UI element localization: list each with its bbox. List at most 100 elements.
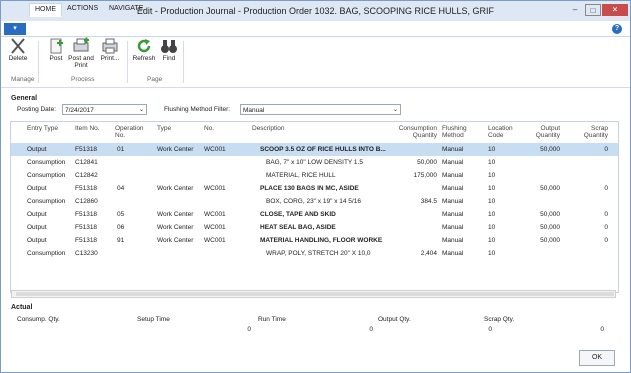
cell-flushing-method[interactable]: Manual xyxy=(442,224,463,231)
cell-consumption-quantity[interactable]: 50,000 xyxy=(389,159,437,166)
table-row[interactable]: Consumption C12842 MATERIAL, RICE HULL 175,… xyxy=(11,169,618,182)
cell-type[interactable]: Work Center xyxy=(157,146,193,153)
cell-item-no[interactable]: C12841 xyxy=(75,159,98,166)
cell-location-code[interactable]: 10 xyxy=(488,224,495,231)
cell-no[interactable]: WC001 xyxy=(204,237,226,244)
cell-type[interactable]: Work Center xyxy=(157,185,193,192)
find-button[interactable]: Find xyxy=(159,37,179,62)
cell-description[interactable]: CLOSE, TAPE AND SKID xyxy=(252,211,336,218)
cell-entry-type[interactable]: Output xyxy=(27,185,47,192)
col-type[interactable]: Type xyxy=(157,125,171,132)
cell-output-quantity[interactable]: 50,000 xyxy=(526,211,560,218)
cell-location-code[interactable]: 10 xyxy=(488,237,495,244)
col-location-code[interactable]: Location Code xyxy=(488,125,518,139)
cell-scrap-quantity[interactable]: 0 xyxy=(574,146,608,153)
cell-flushing-method[interactable]: Manual xyxy=(442,211,463,218)
cell-consumption-quantity[interactable]: 384.5 xyxy=(389,198,437,205)
col-no[interactable]: No. xyxy=(204,125,214,132)
cell-item-no[interactable]: F51318 xyxy=(75,224,97,231)
cell-output-quantity[interactable]: 50,000 xyxy=(526,185,560,192)
cell-flushing-method[interactable]: Manual xyxy=(442,159,463,166)
cell-flushing-method[interactable]: Manual xyxy=(442,250,463,257)
app-menu-button[interactable]: ▾ xyxy=(4,23,26,35)
close-button[interactable]: × xyxy=(602,4,628,16)
cell-description[interactable]: MATERIAL, RICE HULL xyxy=(252,172,336,179)
cell-location-code[interactable]: 10 xyxy=(488,250,495,257)
journal-lines-grid[interactable]: Entry Type Item No. Operation No. Type N… xyxy=(10,121,619,293)
cell-flushing-method[interactable]: Manual xyxy=(442,172,463,179)
cell-description[interactable]: BAG, 7" x 10" LOW DENSITY 1.5 xyxy=(252,159,363,166)
cell-description[interactable]: MATERIAL HANDLING, FLOOR WORKE xyxy=(252,237,382,244)
tab-actions[interactable]: ACTIONS xyxy=(67,3,98,15)
cell-item-no[interactable]: F51318 xyxy=(75,146,97,153)
cell-flushing-method[interactable]: Manual xyxy=(442,198,463,205)
cell-location-code[interactable]: 10 xyxy=(488,185,495,192)
cell-type[interactable]: Work Center xyxy=(157,224,193,231)
cell-operation-no[interactable]: 06 xyxy=(117,224,124,231)
cell-item-no[interactable]: F51318 xyxy=(75,211,97,218)
cell-no[interactable]: WC001 xyxy=(204,224,226,231)
post-and-print-button[interactable]: Post and Print xyxy=(67,37,95,69)
maximize-button[interactable]: □ xyxy=(585,4,601,16)
cell-operation-no[interactable]: 01 xyxy=(117,146,124,153)
cell-output-quantity[interactable]: 50,000 xyxy=(526,224,560,231)
col-flushing-method[interactable]: Flushing Method xyxy=(442,125,472,139)
delete-button[interactable]: Delete xyxy=(7,37,29,62)
table-row[interactable]: Output F51318 01 Work Center WC001 SCOOP 3.5 … xyxy=(11,143,618,156)
ok-button[interactable]: OK xyxy=(579,350,615,366)
cell-description[interactable]: PLACE 130 BAGS IN MC, ASIDE xyxy=(252,185,359,192)
scrollbar-thumb[interactable] xyxy=(16,292,614,296)
col-operation-no[interactable]: Operation No. xyxy=(115,125,147,139)
table-row[interactable]: Output F51318 05 Work Center WC001 CLOSE, TAP… xyxy=(11,208,618,221)
cell-entry-type[interactable]: Consumption xyxy=(27,172,65,179)
cell-flushing-method[interactable]: Manual xyxy=(442,237,463,244)
cell-item-no[interactable]: C13230 xyxy=(75,250,98,257)
table-row[interactable]: Consumption C13230 WRAP, POLY, STRETCH 20"… xyxy=(11,247,618,260)
cell-operation-no[interactable]: 91 xyxy=(117,237,124,244)
cell-operation-no[interactable]: 04 xyxy=(117,185,124,192)
cell-entry-type[interactable]: Output xyxy=(27,146,47,153)
tab-navigate[interactable]: NAVIGATE xyxy=(109,3,143,15)
cell-description[interactable]: BOX, CORG, 23" x 19" x 14 5/16 xyxy=(252,198,361,205)
table-row[interactable]: Output F51318 91 Work Center WC001 MATERIAL H… xyxy=(11,234,618,247)
cell-item-no[interactable]: C12860 xyxy=(75,198,98,205)
cell-item-no[interactable]: F51318 xyxy=(75,185,97,192)
cell-no[interactable]: WC001 xyxy=(204,185,226,192)
tab-home[interactable]: HOME xyxy=(29,3,62,17)
cell-output-quantity[interactable]: 50,000 xyxy=(526,146,560,153)
cell-item-no[interactable]: C12842 xyxy=(75,172,98,179)
cell-consumption-quantity[interactable]: 175,000 xyxy=(389,172,438,179)
cell-description[interactable]: HEAT SEAL BAG, ASIDE xyxy=(252,224,336,231)
cell-scrap-quantity[interactable]: 0 xyxy=(574,185,608,192)
cell-location-code[interactable]: 10 xyxy=(488,159,495,166)
cell-item-no[interactable]: F51318 xyxy=(75,237,97,244)
cell-scrap-quantity[interactable]: 0 xyxy=(574,211,608,218)
cell-location-code[interactable]: 10 xyxy=(488,172,495,179)
cell-entry-type[interactable]: Output xyxy=(27,224,47,231)
col-item-no[interactable]: Item No. xyxy=(75,125,100,132)
post-button[interactable]: Post xyxy=(45,37,67,62)
flushing-filter-select[interactable]: Manual ⌄ xyxy=(240,104,401,115)
cell-flushing-method[interactable]: Manual xyxy=(442,146,463,153)
table-row[interactable]: Output F51318 04 Work Center WC001 PLACE 130 … xyxy=(11,182,618,195)
cell-scrap-quantity[interactable]: 0 xyxy=(574,237,608,244)
col-consumption-quantity[interactable]: Consumption Quantity xyxy=(389,125,437,139)
cell-operation-no[interactable]: 05 xyxy=(117,211,124,218)
col-description[interactable]: Description xyxy=(252,125,285,132)
cell-entry-type[interactable]: Consumption xyxy=(27,198,65,205)
cell-no[interactable]: WC001 xyxy=(204,211,226,218)
cell-description[interactable]: SCOOP 3.5 OZ OF RICE HULLS INTO B... xyxy=(252,146,386,153)
cell-flushing-method[interactable]: Manual xyxy=(442,185,463,192)
table-row[interactable]: Consumption C12860 BOX, CORG, 23" x 19" x … xyxy=(11,195,618,208)
print-button[interactable]: Print... xyxy=(98,37,122,62)
cell-no[interactable]: WC001 xyxy=(204,146,226,153)
cell-location-code[interactable]: 10 xyxy=(488,211,495,218)
posting-date-field[interactable]: 7/24/2017 ⌄ xyxy=(62,104,147,115)
cell-type[interactable]: Work Center xyxy=(157,211,193,218)
cell-scrap-quantity[interactable]: 0 xyxy=(574,224,608,231)
table-row[interactable]: Output F51318 06 Work Center WC001 HEAT SEAL … xyxy=(11,221,618,234)
cell-type[interactable]: Work Center xyxy=(157,237,193,244)
cell-entry-type[interactable]: Consumption xyxy=(27,159,65,166)
cell-consumption-quantity[interactable]: 2,404 xyxy=(389,250,437,257)
cell-entry-type[interactable]: Consumption xyxy=(27,250,65,257)
